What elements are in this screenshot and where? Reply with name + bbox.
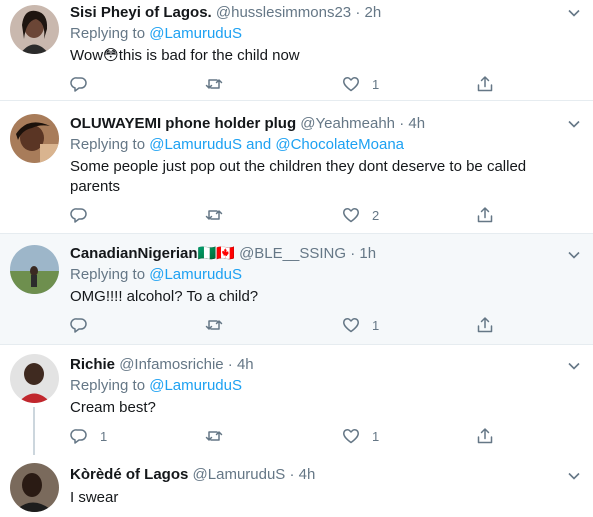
- replying-label: Replying to: [70, 25, 146, 42]
- heart-icon: [343, 77, 359, 92]
- chevron-down-icon[interactable]: [567, 6, 581, 20]
- like-count: 1: [372, 428, 380, 444]
- like-count: 1: [372, 317, 380, 333]
- mention-link[interactable]: @LamuruduS: [149, 136, 242, 153]
- reply-button[interactable]: [70, 315, 100, 335]
- retweet-button[interactable]: [205, 205, 235, 225]
- mention-link-2[interactable]: @ChocolateMoana: [275, 136, 404, 153]
- share-icon: [477, 76, 493, 92]
- share-icon: [477, 207, 493, 223]
- tweet-text: Some people just pop out the children th…: [70, 158, 527, 195]
- reply-count: 1: [100, 428, 108, 444]
- chevron-down-icon[interactable]: [567, 248, 581, 262]
- replying-to: Replying to @LamuruduS: [70, 265, 583, 285]
- retweet-icon: [205, 79, 223, 89]
- flag-emoji: 🇳🇬🇨🇦: [197, 245, 235, 262]
- tweet[interactable]: OLUWAYEMI phone holder plug @Yeahmeahh ·…: [0, 101, 593, 234]
- timestamp[interactable]: 4h: [299, 466, 316, 483]
- avatar[interactable]: [10, 354, 59, 403]
- share-button[interactable]: [476, 205, 494, 225]
- thread-line: [33, 407, 35, 455]
- user-handle[interactable]: @Yeahmeahh: [300, 115, 395, 132]
- reply-icon: [70, 208, 87, 223]
- like-button[interactable]: 1: [342, 315, 379, 335]
- like-count: 1: [372, 76, 380, 92]
- replying-and[interactable]: and: [246, 136, 271, 153]
- tweet-text: Wow😳this is bad for the child now: [70, 47, 300, 64]
- tweet[interactable]: Sisi Pheyi of Lagos. @husslesimmons23 · …: [0, 0, 593, 101]
- avatar[interactable]: [10, 114, 59, 163]
- reply-button[interactable]: [70, 74, 100, 94]
- replying-to: Replying to @LamuruduS and @ChocolateMoa…: [70, 135, 583, 155]
- replying-label: Replying to: [70, 266, 146, 283]
- retweet-icon: [205, 210, 223, 220]
- heart-icon: [343, 318, 359, 333]
- replying-to: Replying to @LamuruduS: [70, 24, 583, 44]
- like-button[interactable]: 2: [342, 205, 379, 225]
- avatar[interactable]: [10, 245, 59, 294]
- reply-icon: [70, 77, 87, 92]
- tweet[interactable]: CanadianNigerian🇳🇬🇨🇦 @BLE__SSING · 1h Re…: [0, 234, 593, 345]
- retweet-button[interactable]: [205, 74, 235, 94]
- share-button[interactable]: [476, 426, 494, 446]
- display-name[interactable]: Sisi Pheyi of Lagos.: [70, 4, 212, 21]
- mention-link[interactable]: @LamuruduS: [149, 25, 242, 42]
- separator: ·: [399, 115, 405, 132]
- like-button[interactable]: 1: [342, 426, 379, 446]
- reply-button[interactable]: [70, 205, 100, 225]
- action-bar: 1: [70, 74, 520, 94]
- display-name[interactable]: OLUWAYEMI phone holder plug: [70, 115, 296, 132]
- timestamp[interactable]: 1h: [359, 245, 376, 262]
- heart-icon: [343, 208, 359, 223]
- user-handle[interactable]: @husslesimmons23: [216, 4, 351, 21]
- share-icon: [477, 317, 493, 333]
- user-handle[interactable]: @LamuruduS: [193, 466, 286, 483]
- timestamp[interactable]: 4h: [408, 115, 425, 132]
- tweet-text: Cream best?: [70, 399, 156, 416]
- reply-feed: Sisi Pheyi of Lagos. @husslesimmons23 · …: [0, 0, 593, 517]
- replying-label: Replying to: [70, 377, 146, 394]
- display-name[interactable]: Richie: [70, 356, 115, 373]
- mention-link[interactable]: @LamuruduS: [149, 266, 242, 283]
- separator: ·: [289, 466, 295, 483]
- action-bar: 1 1: [70, 426, 520, 446]
- action-bar: 2: [70, 205, 520, 225]
- avatar[interactable]: [10, 463, 59, 512]
- user-handle[interactable]: @Infamosrichie: [119, 356, 223, 373]
- retweet-icon: [205, 431, 223, 441]
- tweet-text: OMG!!!! alcohol? To a child?: [70, 288, 259, 305]
- display-name[interactable]: Kòrèdé of Lagos: [70, 466, 188, 483]
- tweet[interactable]: Kòrèdé of Lagos @LamuruduS · 4h I swear: [0, 455, 593, 517]
- heart-icon: [343, 429, 359, 444]
- display-name[interactable]: CanadianNigerian: [70, 245, 198, 262]
- timestamp[interactable]: 2h: [365, 4, 382, 21]
- retweet-button[interactable]: [205, 426, 235, 446]
- user-handle[interactable]: @BLE__SSING: [239, 245, 346, 262]
- tweet-text: I swear: [70, 489, 119, 506]
- separator: ·: [355, 4, 361, 21]
- like-count: 2: [372, 207, 380, 223]
- reply-button[interactable]: 1: [70, 426, 107, 446]
- share-button[interactable]: [476, 74, 494, 94]
- reply-icon: [70, 318, 87, 333]
- like-button[interactable]: 1: [342, 74, 379, 94]
- retweet-button[interactable]: [205, 315, 235, 335]
- chevron-down-icon[interactable]: [567, 469, 581, 483]
- share-icon: [477, 428, 493, 444]
- separator: ·: [350, 245, 356, 262]
- replying-to: Replying to @LamuruduS: [70, 376, 583, 396]
- share-button[interactable]: [476, 315, 494, 335]
- separator: ·: [227, 356, 233, 373]
- chevron-down-icon[interactable]: [567, 117, 581, 131]
- avatar[interactable]: [10, 5, 59, 54]
- replying-label: Replying to: [70, 136, 146, 153]
- tweet[interactable]: Richie @Infamosrichie · 4h Replying to @…: [0, 345, 593, 455]
- mention-link[interactable]: @LamuruduS: [149, 377, 242, 394]
- reply-icon: [70, 429, 87, 444]
- chevron-down-icon[interactable]: [567, 359, 581, 373]
- retweet-icon: [205, 320, 223, 330]
- action-bar: 1: [70, 315, 520, 335]
- timestamp[interactable]: 4h: [237, 356, 254, 373]
